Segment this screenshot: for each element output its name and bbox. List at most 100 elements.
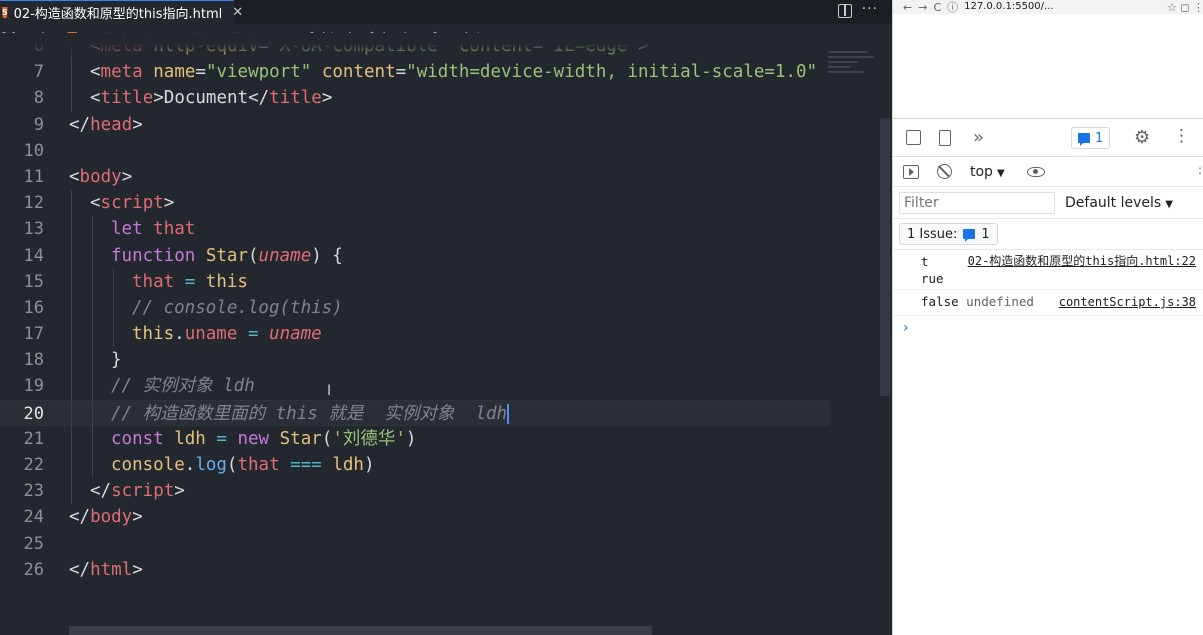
live-expression-eye-icon[interactable] (1026, 166, 1045, 177)
log-source-link[interactable]: contentScript.js:38 (1059, 290, 1196, 314)
code-line[interactable]: 8 <title>Document</title> (0, 85, 830, 112)
message-icon (963, 229, 976, 242)
indent-guide (113, 294, 114, 322)
extension-icons[interactable]: ☆ ◻ ⋮ (1167, 1, 1203, 14)
code-line[interactable]: 20 // 构造函数里面的 this 就是 实例对象 ldh (0, 399, 830, 427)
indent-guide (71, 33, 72, 60)
code-text: // 构造函数里面的 this 就是 实例对象 ldh (111, 403, 510, 424)
device-toolbar-icon[interactable] (935, 128, 955, 148)
indent-guide (71, 85, 72, 112)
reload-icon[interactable]: C (933, 1, 941, 14)
line-number: 14 (23, 245, 44, 266)
minimap[interactable] (828, 48, 878, 88)
issues-badge[interactable]: 1 (1071, 127, 1111, 149)
devtools-menu-icon[interactable]: ⋮ (1173, 126, 1190, 146)
forward-icon[interactable]: → (918, 1, 927, 14)
code-line[interactable]: 19 // 实例对象 ldh (0, 373, 830, 400)
code-line[interactable]: 13 let that (0, 216, 830, 243)
line-number: 6 (33, 36, 44, 56)
code-line[interactable]: 24 </body> (0, 504, 830, 530)
editor-tab-active[interactable]: 5 02-构造函数和原型的this指向.html ✕ (0, 0, 243, 24)
code-line[interactable]: 17 this.uname = uname (0, 321, 830, 348)
code-line[interactable]: 26 </html> (0, 557, 830, 583)
console-prompt[interactable]: › (893, 316, 1203, 340)
horizontal-scrollbar[interactable] (69, 626, 652, 635)
code-line[interactable]: 18} (0, 347, 830, 374)
indent-guide (71, 452, 72, 479)
code-line[interactable]: 15 that = this (0, 268, 830, 295)
code-text: </html> (69, 559, 143, 580)
line-number: 7 (33, 62, 44, 83)
code-text: // console.log(this) (132, 297, 343, 318)
code-text: </script> (90, 481, 185, 502)
log-levels-select[interactable]: Default levels ▼ (1065, 195, 1173, 211)
back-icon[interactable]: ← (903, 1, 912, 14)
mouse-ibeam-cursor: I (327, 383, 332, 399)
log-value-line2: rue (921, 271, 944, 286)
code-text: let that (111, 219, 196, 240)
devtools-toolbar: » 1 ⚙ ⋮ (893, 119, 1203, 157)
indent-guide (92, 347, 93, 374)
context-select[interactable]: top ▼ (970, 164, 1005, 180)
indent-guide (71, 59, 72, 86)
code-line[interactable]: 6 <meta http-equiv="X-UA-Compatible" cont… (0, 33, 830, 60)
indent-guide (71, 216, 72, 243)
indent-guide (92, 452, 93, 479)
code-text: console.log(that === ldh) (111, 455, 375, 475)
line-number: 10 (23, 140, 44, 161)
indent-guide (92, 242, 93, 269)
code-line[interactable]: 9 </head> (0, 112, 830, 138)
code-line[interactable]: 10 (0, 138, 830, 164)
line-number: 23 (23, 481, 44, 502)
code-line[interactable]: 23 </script> (0, 478, 830, 505)
line-number: 20 (23, 403, 44, 424)
split-editor-icon[interactable] (838, 4, 852, 18)
indent-guide (71, 425, 72, 452)
site-info-icon[interactable]: ⓘ (947, 0, 958, 15)
code-area[interactable]: 6 <meta http-equiv="X-UA-Compatible" cont… (0, 33, 830, 583)
line-number: 12 (23, 193, 44, 214)
issues-chip[interactable]: 1 Issue: 1 (899, 223, 998, 245)
clear-console-icon[interactable] (937, 164, 952, 179)
indent-guide (71, 321, 72, 348)
code-line[interactable]: 14 function Star(uname) { (0, 242, 830, 269)
line-number: 17 (23, 324, 44, 345)
indent-guide (71, 400, 72, 427)
console-bar-overflow[interactable]: : (1198, 163, 1202, 177)
indent-guide (92, 425, 93, 452)
message-icon (1078, 133, 1090, 146)
console-sidebar-icon[interactable] (903, 164, 919, 179)
indent-guide (92, 268, 93, 295)
indent-guide (92, 294, 93, 322)
indent-guide (92, 216, 93, 243)
page-viewport (893, 14, 1203, 118)
console-filter-input[interactable] (899, 191, 1055, 214)
address-bar[interactable]: 127.0.0.1:5500/... (964, 1, 1161, 13)
line-number: 9 (33, 114, 44, 135)
code-line[interactable]: 7 <meta name="viewport" content="width=de… (0, 59, 830, 86)
code-line[interactable]: 12 <script> (0, 190, 830, 217)
line-number: 11 (23, 166, 44, 187)
settings-gear-icon[interactable]: ⚙ (1134, 127, 1150, 148)
inspect-element-icon[interactable] (903, 128, 923, 148)
code-line[interactable]: 11 <body> (0, 164, 830, 190)
vertical-scrollbar[interactable] (880, 118, 890, 396)
code-line[interactable]: 22 console.log(that === ldh) (0, 452, 830, 479)
console-message: t rue 02-构造函数和原型的this指向.html:22 (893, 250, 1203, 290)
devtools-panel: » 1 ⚙ ⋮ top▼ : Default levels▼ 1 Issue: … (893, 118, 1203, 635)
tab-close-icon[interactable]: ✕ (232, 5, 243, 20)
code-text: this.uname = uname (132, 324, 322, 345)
more-tabs-icon[interactable]: » (973, 127, 984, 148)
line-number: 21 (23, 428, 44, 449)
indent-guide (71, 347, 72, 374)
line-number: 26 (23, 559, 44, 580)
line-number: 15 (23, 271, 44, 292)
code-line[interactable]: 25 (0, 531, 830, 557)
indent-guide (71, 268, 72, 295)
more-actions-icon[interactable]: ··· (862, 1, 878, 17)
dropdown-arrow-icon: ▼ (996, 167, 1005, 179)
code-line[interactable]: 21 const ldh = new Star('刘德华') (0, 425, 830, 452)
code-line[interactable]: 16 // console.log(this) (0, 294, 830, 322)
log-source-link[interactable]: 02-构造函数和原型的this指向.html:22 (964, 253, 1196, 270)
editor-tab-bar: 5 02-构造函数和原型的this指向.html ✕ ··· (0, 0, 892, 24)
